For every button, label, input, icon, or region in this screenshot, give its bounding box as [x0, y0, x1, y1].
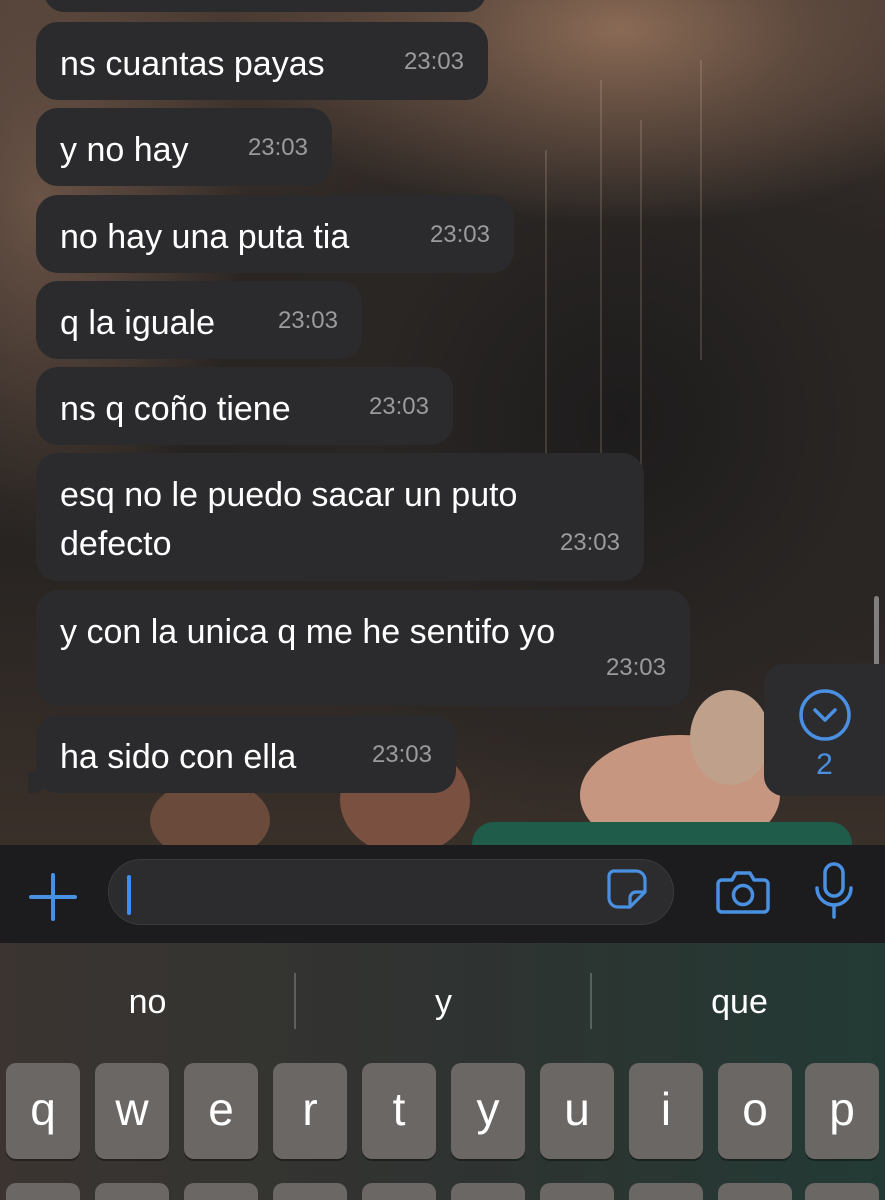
key-w[interactable]: w: [95, 1063, 169, 1159]
camera-icon[interactable]: [716, 866, 770, 916]
message-text: no hay una puta tia: [60, 218, 350, 256]
message-time: 23:03: [559, 529, 620, 556]
message-input[interactable]: [108, 859, 674, 925]
message-bubble[interactable]: ns cuantas payas 23:03: [36, 22, 488, 100]
key-g[interactable]: [362, 1183, 436, 1200]
message-time: 23:03: [371, 741, 432, 768]
key-y[interactable]: y: [451, 1063, 525, 1159]
message-bubble[interactable]: y con la unica q me he sentifo yo 23:03: [36, 590, 690, 706]
message-text: ns cuantas payas: [60, 45, 325, 83]
key-i[interactable]: i: [629, 1063, 703, 1159]
keyboard: no y que q w e r t y u i o p: [0, 943, 885, 1200]
suggestion-no[interactable]: no: [0, 983, 295, 1022]
suggestion-que[interactable]: que: [592, 983, 885, 1022]
message-bubble[interactable]: ns q coño tiene 23:03: [36, 367, 453, 445]
message-time: 23:03: [277, 307, 338, 334]
message-bubble[interactable]: esq no le puedo sacar un puto defecto 23…: [36, 453, 644, 581]
sticker-icon[interactable]: [606, 868, 648, 910]
message-text: y no hay: [60, 131, 189, 169]
text-cursor: [127, 875, 131, 915]
key-l[interactable]: [718, 1183, 792, 1200]
message-time: 23:03: [605, 654, 666, 681]
message-time: 23:03: [403, 48, 464, 75]
message-text: ns q coño tiene: [60, 390, 291, 428]
key-d[interactable]: [184, 1183, 258, 1200]
message-bubble[interactable]: q la iguale 23:03: [36, 281, 362, 359]
key-o[interactable]: o: [718, 1063, 792, 1159]
key-a[interactable]: [6, 1183, 80, 1200]
message-text: y con la unica q me he sentifo yo: [60, 613, 556, 651]
message-text: q la iguale: [60, 304, 216, 342]
message-time: 23:03: [247, 134, 308, 161]
microphone-icon[interactable]: [814, 862, 854, 920]
scroll-to-bottom-button[interactable]: 2: [764, 664, 885, 796]
key-enye[interactable]: [805, 1183, 879, 1200]
key-p[interactable]: p: [805, 1063, 879, 1159]
message-text: esq no le puedo sacar un puto defecto: [60, 476, 518, 563]
plus-icon[interactable]: [26, 870, 80, 924]
suggestion-y[interactable]: y: [296, 983, 591, 1022]
message-text: ha sido con ella: [60, 738, 297, 776]
unread-count-badge: 2: [816, 748, 833, 781]
message-time: 23:03: [368, 393, 429, 420]
key-j[interactable]: [540, 1183, 614, 1200]
previous-message-bubble: [44, 0, 486, 12]
key-t[interactable]: t: [362, 1063, 436, 1159]
key-u[interactable]: u: [540, 1063, 614, 1159]
message-time: 23:03: [429, 221, 490, 248]
key-e[interactable]: e: [184, 1063, 258, 1159]
key-s[interactable]: [95, 1183, 169, 1200]
key-k[interactable]: [629, 1183, 703, 1200]
key-r[interactable]: r: [273, 1063, 347, 1159]
key-q[interactable]: q: [6, 1063, 80, 1159]
message-bubble[interactable]: ha sido con ella 23:03: [28, 715, 456, 793]
key-h[interactable]: [451, 1183, 525, 1200]
message-bubble[interactable]: y no hay 23:03: [36, 108, 332, 186]
message-bubble[interactable]: no hay una puta tia 23:03: [36, 195, 514, 273]
key-f[interactable]: [273, 1183, 347, 1200]
chevron-down-circle-icon: [798, 689, 851, 741]
